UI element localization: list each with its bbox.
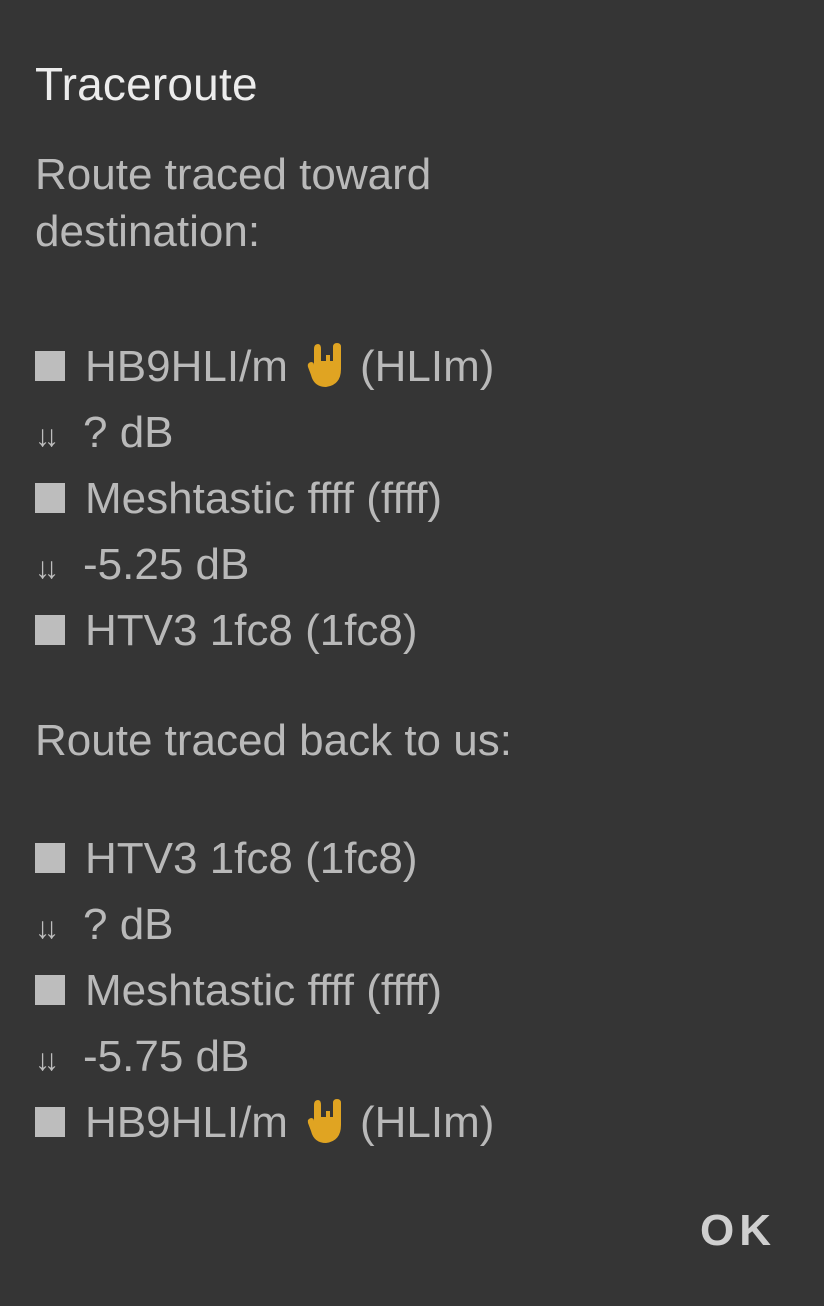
traceroute-dialog: Traceroute Route traced toward destinati…	[0, 0, 824, 1306]
ok-button[interactable]: OK	[676, 1196, 776, 1266]
double-down-arrow-icon: ↓↓	[35, 912, 59, 946]
toward-heading: Route traced toward destination:	[35, 150, 432, 256]
route-node: HB9HLI/m (HLIm)	[35, 334, 795, 400]
hop-snr: ? dB	[83, 408, 174, 457]
node-label: Meshtastic ffff (ffff)	[85, 966, 443, 1015]
route-hop: ↓↓ -5.75 dB	[35, 1024, 795, 1090]
double-down-arrow-icon: ↓↓	[35, 552, 59, 586]
hop-snr: -5.75 dB	[83, 1032, 250, 1081]
sign-of-the-horns-icon	[306, 1097, 346, 1145]
node-label: Meshtastic ffff (ffff)	[85, 474, 443, 523]
route-node: HTV3 1fc8 (1fc8)	[35, 826, 795, 892]
double-down-arrow-icon: ↓↓	[35, 1044, 59, 1078]
route-node: Meshtastic ffff (ffff)	[35, 466, 795, 532]
square-icon	[35, 843, 65, 874]
route-hop: ↓↓ -5.25 dB	[35, 532, 795, 598]
square-icon	[35, 1107, 65, 1138]
square-icon	[35, 483, 65, 514]
node-label: HB9HLI/m	[85, 342, 288, 391]
route-node: Meshtastic ffff (ffff)	[35, 958, 795, 1024]
hop-snr: -5.25 dB	[83, 540, 250, 589]
square-icon	[35, 351, 65, 382]
node-label: HB9HLI/m	[85, 1098, 288, 1147]
hop-snr: ? dB	[83, 900, 174, 949]
dialog-message: Route traced toward destination: HB9HLI/…	[35, 146, 795, 1156]
node-label: HTV3 1fc8 (1fc8)	[85, 606, 418, 655]
double-down-arrow-icon: ↓↓	[35, 420, 59, 454]
route-node: HB9HLI/m (HLIm)	[35, 1090, 795, 1156]
route-hop: ↓↓ ? dB	[35, 400, 795, 466]
route-node: HTV3 1fc8 (1fc8)	[35, 598, 795, 664]
node-short-name: (HLIm)	[359, 342, 495, 391]
sign-of-the-horns-icon	[306, 341, 346, 389]
back-heading: Route traced back to us:	[35, 716, 512, 765]
square-icon	[35, 975, 65, 1006]
route-hop: ↓↓ ? dB	[35, 892, 795, 958]
dialog-title: Traceroute	[35, 58, 258, 110]
node-short-name: (HLIm)	[359, 1098, 495, 1147]
square-icon	[35, 615, 65, 646]
node-label: HTV3 1fc8 (1fc8)	[85, 834, 418, 883]
